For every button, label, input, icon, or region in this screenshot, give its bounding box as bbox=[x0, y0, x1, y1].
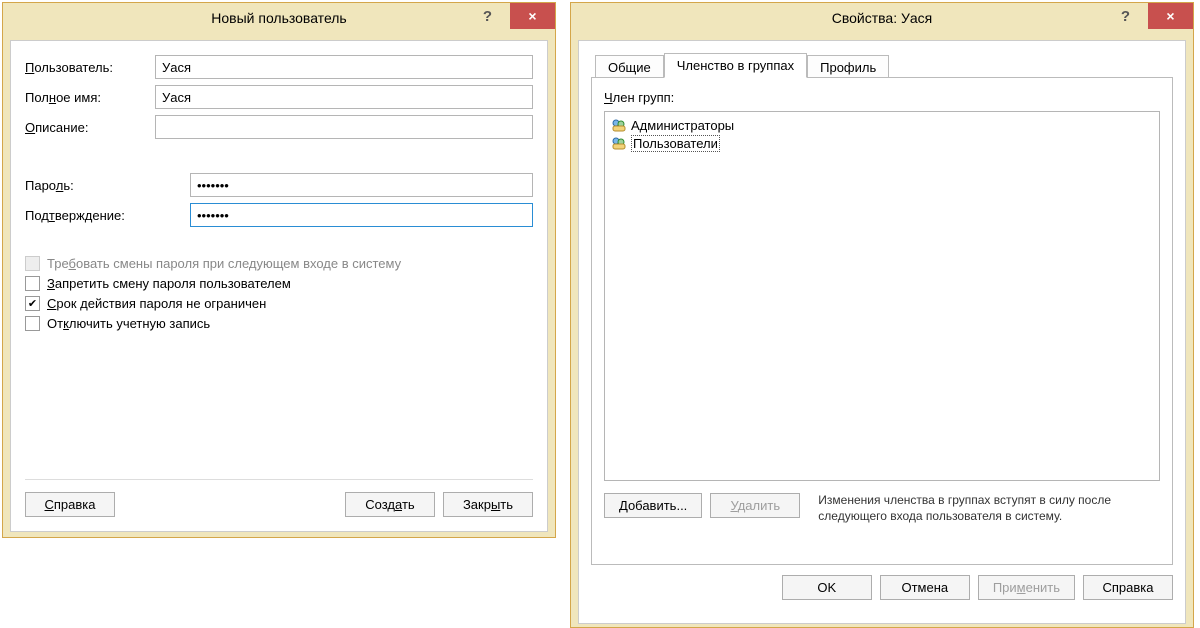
groups-listbox[interactable]: Администраторы Пользователи bbox=[604, 111, 1160, 481]
list-item-label: Администраторы bbox=[631, 118, 734, 133]
user-input[interactable] bbox=[155, 55, 533, 79]
confirm-label: Подтверждение: bbox=[25, 208, 190, 223]
fullname-input[interactable] bbox=[155, 85, 533, 109]
apply-button[interactable]: Применить bbox=[978, 575, 1075, 600]
user-label: Пользователь: bbox=[25, 60, 155, 75]
cancel-button[interactable]: Отмена bbox=[880, 575, 970, 600]
tab-panel: Член групп: Администраторы Пользователи bbox=[591, 77, 1173, 565]
group-icon bbox=[611, 135, 627, 151]
group-icon bbox=[611, 117, 627, 133]
password-label: Пароль: bbox=[25, 178, 190, 193]
ok-button[interactable]: OK bbox=[782, 575, 872, 600]
create-button[interactable]: Создать bbox=[345, 492, 435, 517]
list-item-label: Пользователи bbox=[631, 135, 720, 152]
confirm-input[interactable] bbox=[190, 203, 533, 227]
dialog-title: Свойства: Уася bbox=[571, 10, 1193, 26]
help-icon[interactable]: ? bbox=[465, 3, 510, 29]
groups-label: Член групп: bbox=[604, 90, 1160, 105]
help-button[interactable]: Справка bbox=[25, 492, 115, 517]
close-icon[interactable]: × bbox=[510, 3, 555, 29]
require-change-checkbox: Требовать смены пароля при следующем вхо… bbox=[25, 256, 533, 271]
list-item[interactable]: Администраторы bbox=[611, 116, 1153, 134]
deny-change-checkbox[interactable]: Запретить смену пароля пользователем bbox=[25, 276, 533, 291]
membership-note: Изменения членства в группах вступят в с… bbox=[818, 493, 1160, 524]
remove-button[interactable]: Удалить bbox=[710, 493, 800, 518]
password-input[interactable] bbox=[190, 173, 533, 197]
properties-dialog: Свойства: Уася ? × Общие Членство в груп… bbox=[570, 2, 1194, 628]
tab-membership[interactable]: Членство в группах bbox=[664, 53, 807, 78]
add-button[interactable]: Добавить... bbox=[604, 493, 702, 518]
help-icon[interactable]: ? bbox=[1103, 3, 1148, 29]
description-label: Описание: bbox=[25, 120, 155, 135]
never-expire-checkbox[interactable]: Срок действия пароля не ограничен bbox=[25, 296, 533, 311]
list-item[interactable]: Пользователи bbox=[611, 134, 1153, 152]
close-button[interactable]: Закрыть bbox=[443, 492, 533, 517]
tab-strip: Общие Членство в группах Профиль bbox=[591, 53, 1173, 78]
fullname-label: Полное имя: bbox=[25, 90, 155, 105]
close-icon[interactable]: × bbox=[1148, 3, 1193, 29]
titlebar[interactable]: Свойства: Уася ? × bbox=[571, 3, 1193, 33]
help-button[interactable]: Справка bbox=[1083, 575, 1173, 600]
titlebar[interactable]: Новый пользователь ? × bbox=[3, 3, 555, 33]
new-user-dialog: Новый пользователь ? × Пользователь: Пол… bbox=[2, 2, 556, 538]
disable-account-checkbox[interactable]: Отключить учетную запись bbox=[25, 316, 533, 331]
description-input[interactable] bbox=[155, 115, 533, 139]
